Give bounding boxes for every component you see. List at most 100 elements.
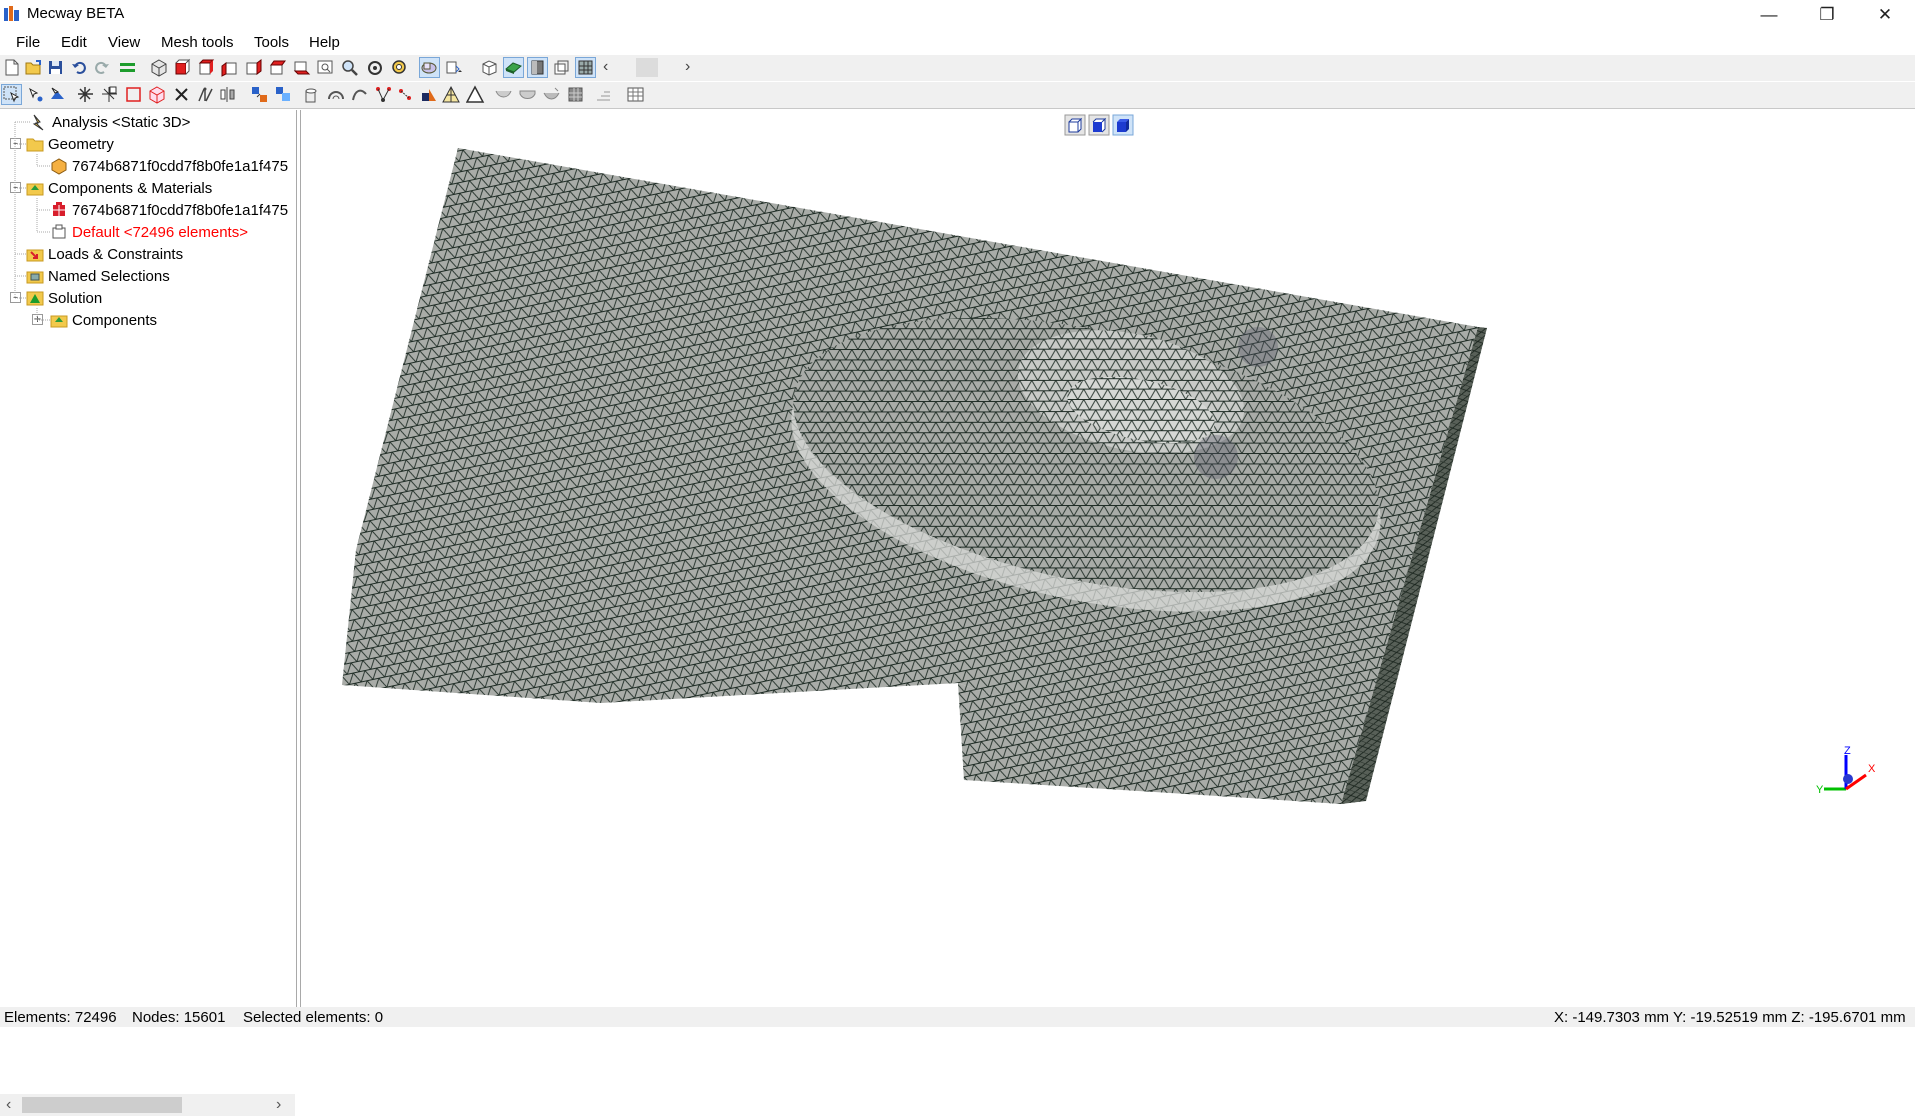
title-bar: Mecway BETA — ❐ ✕	[0, 0, 1915, 30]
table-icon[interactable]	[626, 85, 645, 104]
status-elements: Elements: 72496	[4, 1009, 117, 1026]
box-select-icon[interactable]	[124, 85, 143, 104]
tree-item-named-selections[interactable]: Named Selections	[26, 265, 170, 287]
status-coordinates: X: -149.7303 mm Y: -19.52519 mm Z: -195.…	[1554, 1009, 1906, 1026]
tree-label-components-materials: Components & Materials	[48, 179, 213, 197]
wireframe-icon[interactable]	[480, 58, 499, 77]
mesh-display-icon[interactable]	[575, 57, 596, 78]
analysis-icon	[30, 113, 48, 131]
tree-item-components-materials[interactable]: Components & Materials	[26, 177, 212, 199]
zoom-window-icon[interactable]	[316, 58, 335, 77]
menu-edit[interactable]: Edit	[61, 34, 87, 51]
view-left-icon[interactable]	[220, 58, 239, 77]
redo-icon[interactable]	[92, 58, 111, 77]
new-file-icon[interactable]	[2, 58, 21, 77]
named-selections-icon	[26, 267, 44, 285]
shell-thicken-icon[interactable]	[518, 85, 537, 104]
move-icon[interactable]	[250, 85, 269, 104]
loads-icon	[26, 245, 44, 263]
view-front-icon[interactable]	[172, 58, 191, 77]
menu-tools[interactable]: Tools	[254, 34, 289, 51]
nodes-icon[interactable]	[374, 85, 393, 104]
tree-item-solution-components[interactable]: Components	[50, 309, 157, 331]
select-node-icon[interactable]	[26, 85, 45, 104]
select-element-icon[interactable]	[48, 85, 67, 104]
tree-item-analysis[interactable]: Analysis <Static 3D>	[30, 111, 190, 133]
scroll-thumb[interactable]	[22, 1097, 182, 1113]
toolbar-blank-button[interactable]	[636, 58, 658, 77]
zoom-fit-icon[interactable]	[390, 58, 409, 77]
grid-icon[interactable]	[566, 85, 585, 104]
scroll-right-arrow[interactable]: ›	[276, 1096, 281, 1114]
view-iso-icon[interactable]	[150, 58, 169, 77]
shaded-edges-icon[interactable]	[527, 57, 548, 78]
node-merge-icon[interactable]	[396, 85, 415, 104]
tree-item-geometry[interactable]: Geometry	[26, 133, 114, 155]
axis-triad: Y Z X	[1816, 745, 1876, 796]
tree-item-geometry-file[interactable]: 7674b6871f0cdd7f8b0fe1a1f475	[50, 155, 288, 177]
tree-item-default-component[interactable]: Default <72496 elements>	[50, 221, 248, 243]
expander-geometry[interactable]: –	[10, 138, 21, 149]
restore-button[interactable]: ❐	[1798, 0, 1856, 30]
align-icon[interactable]	[594, 85, 613, 104]
menu-mesh-tools[interactable]: Mesh tools	[161, 34, 234, 51]
expander-solution[interactable]: –	[10, 292, 21, 303]
close-button[interactable]: ✕	[1856, 0, 1914, 30]
toolbar-scroll-left[interactable]: ‹	[603, 58, 622, 77]
model-tree: Analysis <Static 3D> – Geometry 7674b687…	[0, 110, 297, 1116]
component-outline-icon	[50, 223, 68, 241]
delete-icon[interactable]	[172, 85, 191, 104]
copy-icon[interactable]	[274, 85, 293, 104]
tree-item-component-file[interactable]: 7674b6871f0cdd7f8b0fe1a1f475	[50, 199, 288, 221]
rotate-icon[interactable]	[366, 58, 385, 77]
cube-select-icon[interactable]	[148, 85, 167, 104]
extrude-icon[interactable]	[302, 85, 321, 104]
menu-bar: File Edit View Mesh tools Tools Help	[0, 30, 1915, 55]
triangle-mesh-icon[interactable]	[442, 85, 461, 104]
tree-item-solution[interactable]: Solution	[26, 287, 102, 309]
open-folder-icon[interactable]	[24, 58, 43, 77]
view-bottom-icon[interactable]	[292, 58, 311, 77]
components-icon	[26, 179, 44, 197]
transparent-icon[interactable]	[552, 58, 571, 77]
tree-label-geometry-file: 7674b6871f0cdd7f8b0fe1a1f475	[72, 157, 289, 175]
expander-components[interactable]: –	[10, 182, 21, 193]
save-icon[interactable]	[46, 58, 65, 77]
menu-help[interactable]: Help	[309, 34, 340, 51]
render-mode-icon[interactable]	[419, 57, 440, 78]
mesh-model[interactable]	[301, 110, 1915, 1007]
sweep-icon[interactable]	[350, 85, 369, 104]
solution-components-icon	[50, 311, 68, 329]
shell-icon[interactable]	[494, 85, 513, 104]
toolbar-scroll-right[interactable]: ›	[685, 58, 704, 77]
view-right-icon[interactable]	[244, 58, 263, 77]
display-options-icon[interactable]	[444, 58, 463, 77]
tree-label-component-file: 7674b6871f0cdd7f8b0fe1a1f475	[72, 201, 289, 219]
menu-file[interactable]: File	[16, 34, 40, 51]
transform-icon[interactable]	[100, 85, 119, 104]
zoom-icon[interactable]	[340, 58, 359, 77]
view-back-icon[interactable]	[196, 58, 215, 77]
split-icon[interactable]	[196, 85, 215, 104]
menu-view[interactable]: View	[108, 34, 140, 51]
smooth-icon[interactable]	[542, 85, 561, 104]
undo-icon[interactable]	[70, 58, 89, 77]
explode-icon[interactable]	[76, 85, 95, 104]
shaded-icon[interactable]	[503, 57, 524, 78]
window-title: Mecway BETA	[27, 5, 125, 22]
select-pointer-icon[interactable]	[1, 84, 22, 105]
tree-label-solution: Solution	[48, 289, 103, 307]
solve-icon[interactable]	[118, 58, 137, 77]
mirror-icon[interactable]	[218, 85, 237, 104]
tree-horizontal-scrollbar[interactable]: ‹ ›	[0, 1094, 295, 1116]
triangle-icon[interactable]	[466, 85, 485, 104]
minimize-button[interactable]: —	[1740, 0, 1798, 30]
expander-solution-components[interactable]: +	[32, 314, 43, 325]
3d-viewport[interactable]: Y Z X	[300, 110, 1915, 1007]
tree-item-loads-constraints[interactable]: Loads & Constraints	[26, 243, 183, 265]
scroll-left-arrow[interactable]: ‹	[6, 1096, 11, 1114]
view-top-icon[interactable]	[268, 58, 287, 77]
revolve-icon[interactable]	[326, 85, 345, 104]
status-nodes: Nodes: 15601	[132, 1009, 226, 1026]
refine-icon[interactable]	[420, 85, 439, 104]
